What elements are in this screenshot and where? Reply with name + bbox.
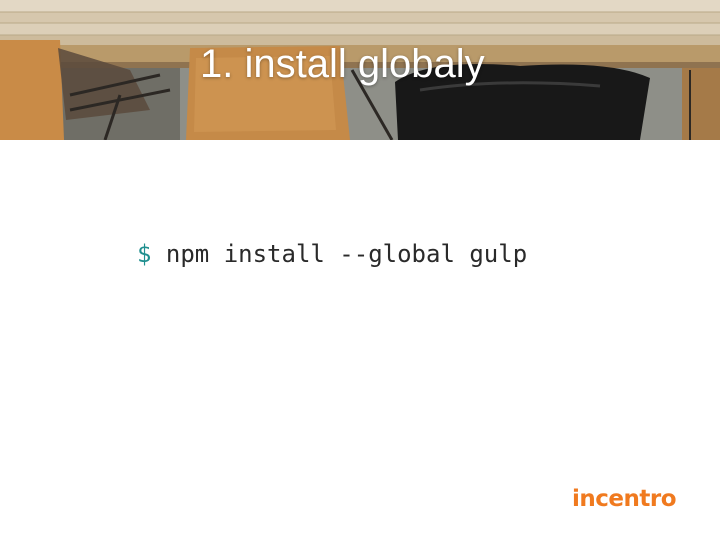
slide-title: 1. install globaly (200, 42, 485, 86)
command-text: npm install --global gulp (165, 240, 528, 268)
prompt-symbol: $ (137, 240, 152, 268)
terminal-command: $ npm install --global gulp (137, 240, 527, 269)
incentro-logo: incentro (572, 486, 677, 512)
header-photo: 1. install globaly (0, 0, 720, 140)
